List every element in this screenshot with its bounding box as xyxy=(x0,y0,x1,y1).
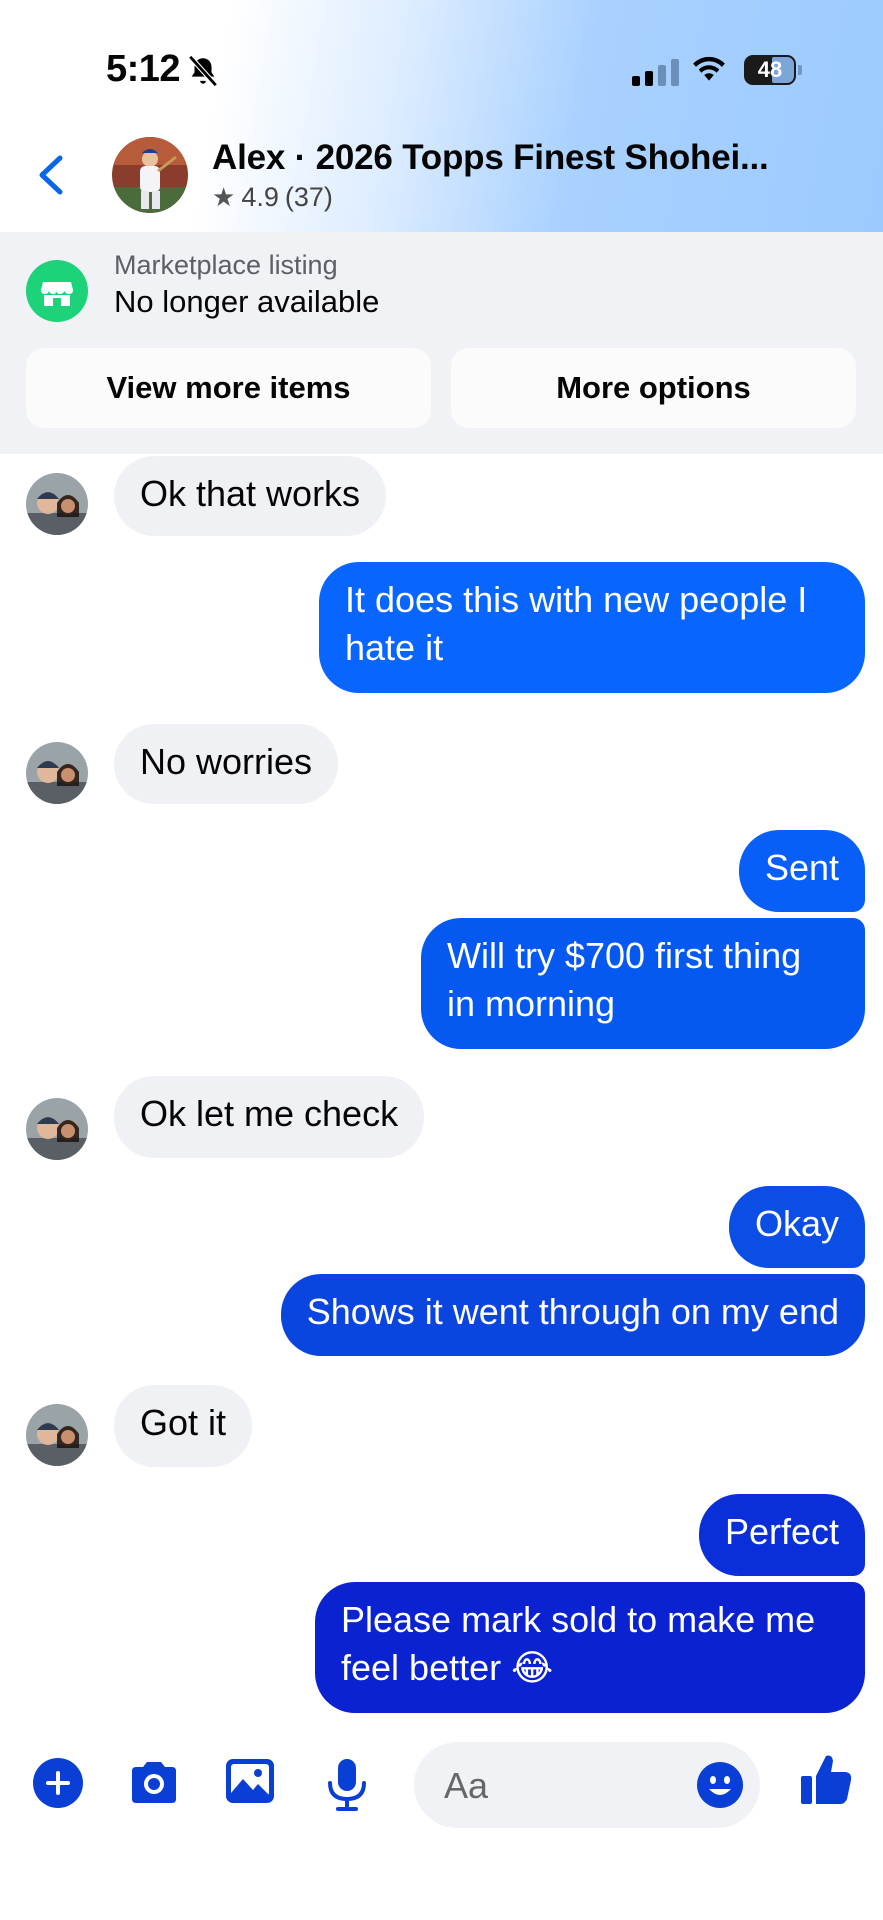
view-more-items-button[interactable]: View more items xyxy=(26,348,431,428)
rating-count: (37) xyxy=(284,182,333,212)
sender-avatar[interactable] xyxy=(26,473,88,535)
message-outgoing: It does this with new people I hate it xyxy=(319,562,865,693)
emoji-icon[interactable] xyxy=(696,1761,744,1809)
listing-avatar[interactable] xyxy=(112,137,188,213)
message-input-field[interactable] xyxy=(414,1742,760,1830)
thumbs-up-icon[interactable] xyxy=(798,1752,854,1808)
wifi-icon xyxy=(693,56,725,81)
message-incoming: Ok let me check xyxy=(114,1076,425,1158)
message-incoming: No worries xyxy=(114,724,339,804)
gallery-icon[interactable] xyxy=(224,1757,276,1807)
listing-status: No longer available xyxy=(114,284,380,319)
back-chevron-icon[interactable] xyxy=(32,150,72,200)
message-outgoing: Will try $700 first thing in morning xyxy=(421,918,865,1049)
cell-signal-icon xyxy=(632,58,679,86)
bell-off-icon xyxy=(188,55,218,87)
message-outgoing: Please mark sold to make me feel better … xyxy=(315,1582,865,1713)
message-outgoing: Sent xyxy=(738,830,865,912)
more-options-button[interactable]: More options xyxy=(451,348,856,428)
message-incoming: Got it xyxy=(114,1385,253,1467)
sender-avatar[interactable] xyxy=(26,742,88,804)
rating-value: 4.9 xyxy=(241,182,279,212)
marketplace-label: Marketplace listing xyxy=(114,250,338,280)
microphone-icon[interactable] xyxy=(322,1757,372,1813)
plus-icon[interactable] xyxy=(32,1757,84,1809)
status-time: 5:12 xyxy=(106,48,181,90)
seller-rating: ★ 4.9 (37) xyxy=(212,182,333,213)
camera-icon[interactable] xyxy=(126,1757,182,1809)
battery-icon: 48 xyxy=(744,55,802,85)
sender-avatar[interactable] xyxy=(26,1098,88,1160)
marketplace-store-icon xyxy=(26,260,88,322)
message-outgoing: Okay xyxy=(728,1186,865,1268)
battery-level: 48 xyxy=(757,57,783,82)
message-outgoing: Shows it went through on my end xyxy=(280,1274,865,1356)
message-input[interactable] xyxy=(442,1742,676,1830)
message-incoming: Ok that works xyxy=(114,456,387,536)
star-icon: ★ xyxy=(212,182,236,212)
message-outgoing: Perfect xyxy=(698,1494,865,1576)
chat-title[interactable]: Alex · 2026 Topps Finest Shohei... xyxy=(212,138,769,178)
sender-avatar[interactable] xyxy=(26,1404,88,1466)
